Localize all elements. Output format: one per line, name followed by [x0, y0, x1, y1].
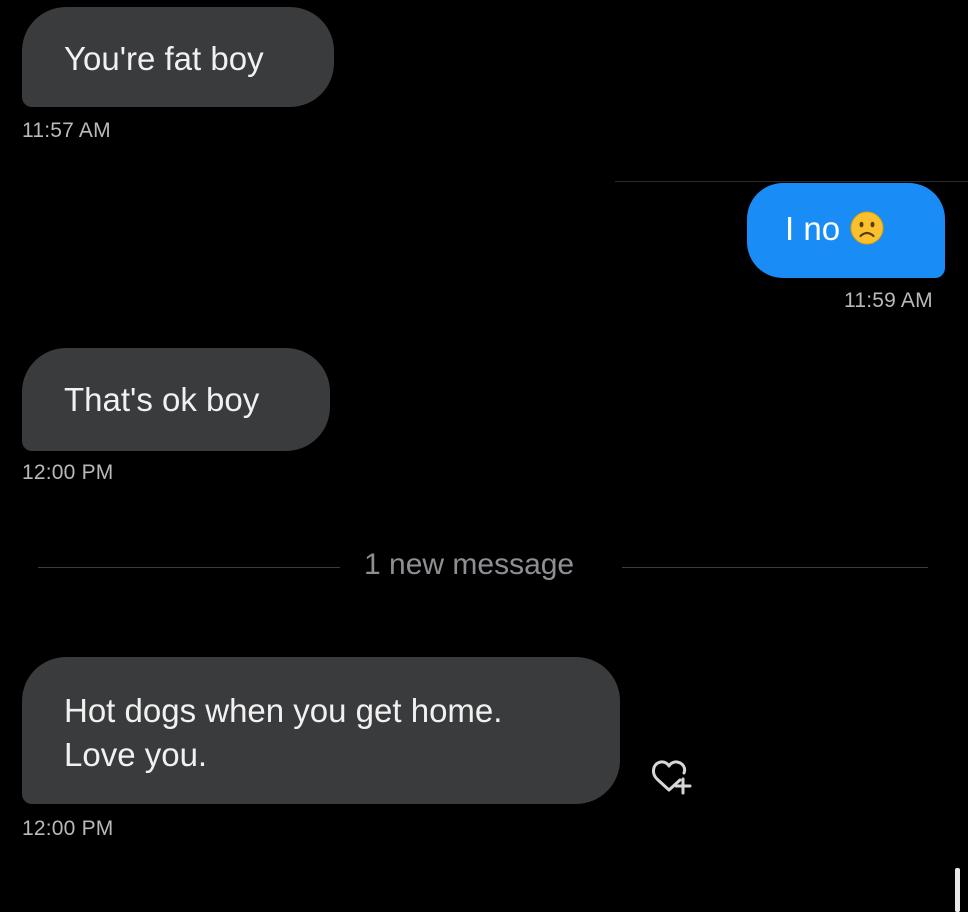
message-timestamp: 11:59 AM: [844, 289, 933, 312]
message-timestamp: 11:57 AM: [22, 119, 111, 142]
message-text-line: Hot dogs when you get home.: [64, 692, 503, 729]
message-timestamp: 12:00 PM: [22, 817, 114, 840]
message-text: I no: [785, 210, 841, 247]
message-text: You're fat boy: [64, 40, 264, 77]
incoming-message-bubble[interactable]: You're fat boy: [22, 7, 334, 107]
scrollbar[interactable]: [955, 868, 960, 912]
outgoing-message-bubble[interactable]: I no: [747, 183, 945, 278]
incoming-message-bubble[interactable]: Hot dogs when you get home. Love you.: [22, 657, 620, 804]
message-text: That's ok boy: [64, 381, 260, 418]
frowning-face-emoji: [850, 211, 884, 245]
new-message-divider: 1 new message: [38, 548, 928, 595]
divider-line-left: [38, 567, 340, 568]
message-text-line: Love you.: [64, 736, 208, 773]
separator-line: [615, 181, 968, 182]
message-timestamp: 12:00 PM: [22, 461, 114, 484]
new-message-label: 1 new message: [364, 548, 575, 581]
heart-plus-icon[interactable]: [650, 752, 696, 798]
divider-line-right: [622, 567, 928, 568]
incoming-message-bubble[interactable]: That's ok boy: [22, 348, 330, 451]
